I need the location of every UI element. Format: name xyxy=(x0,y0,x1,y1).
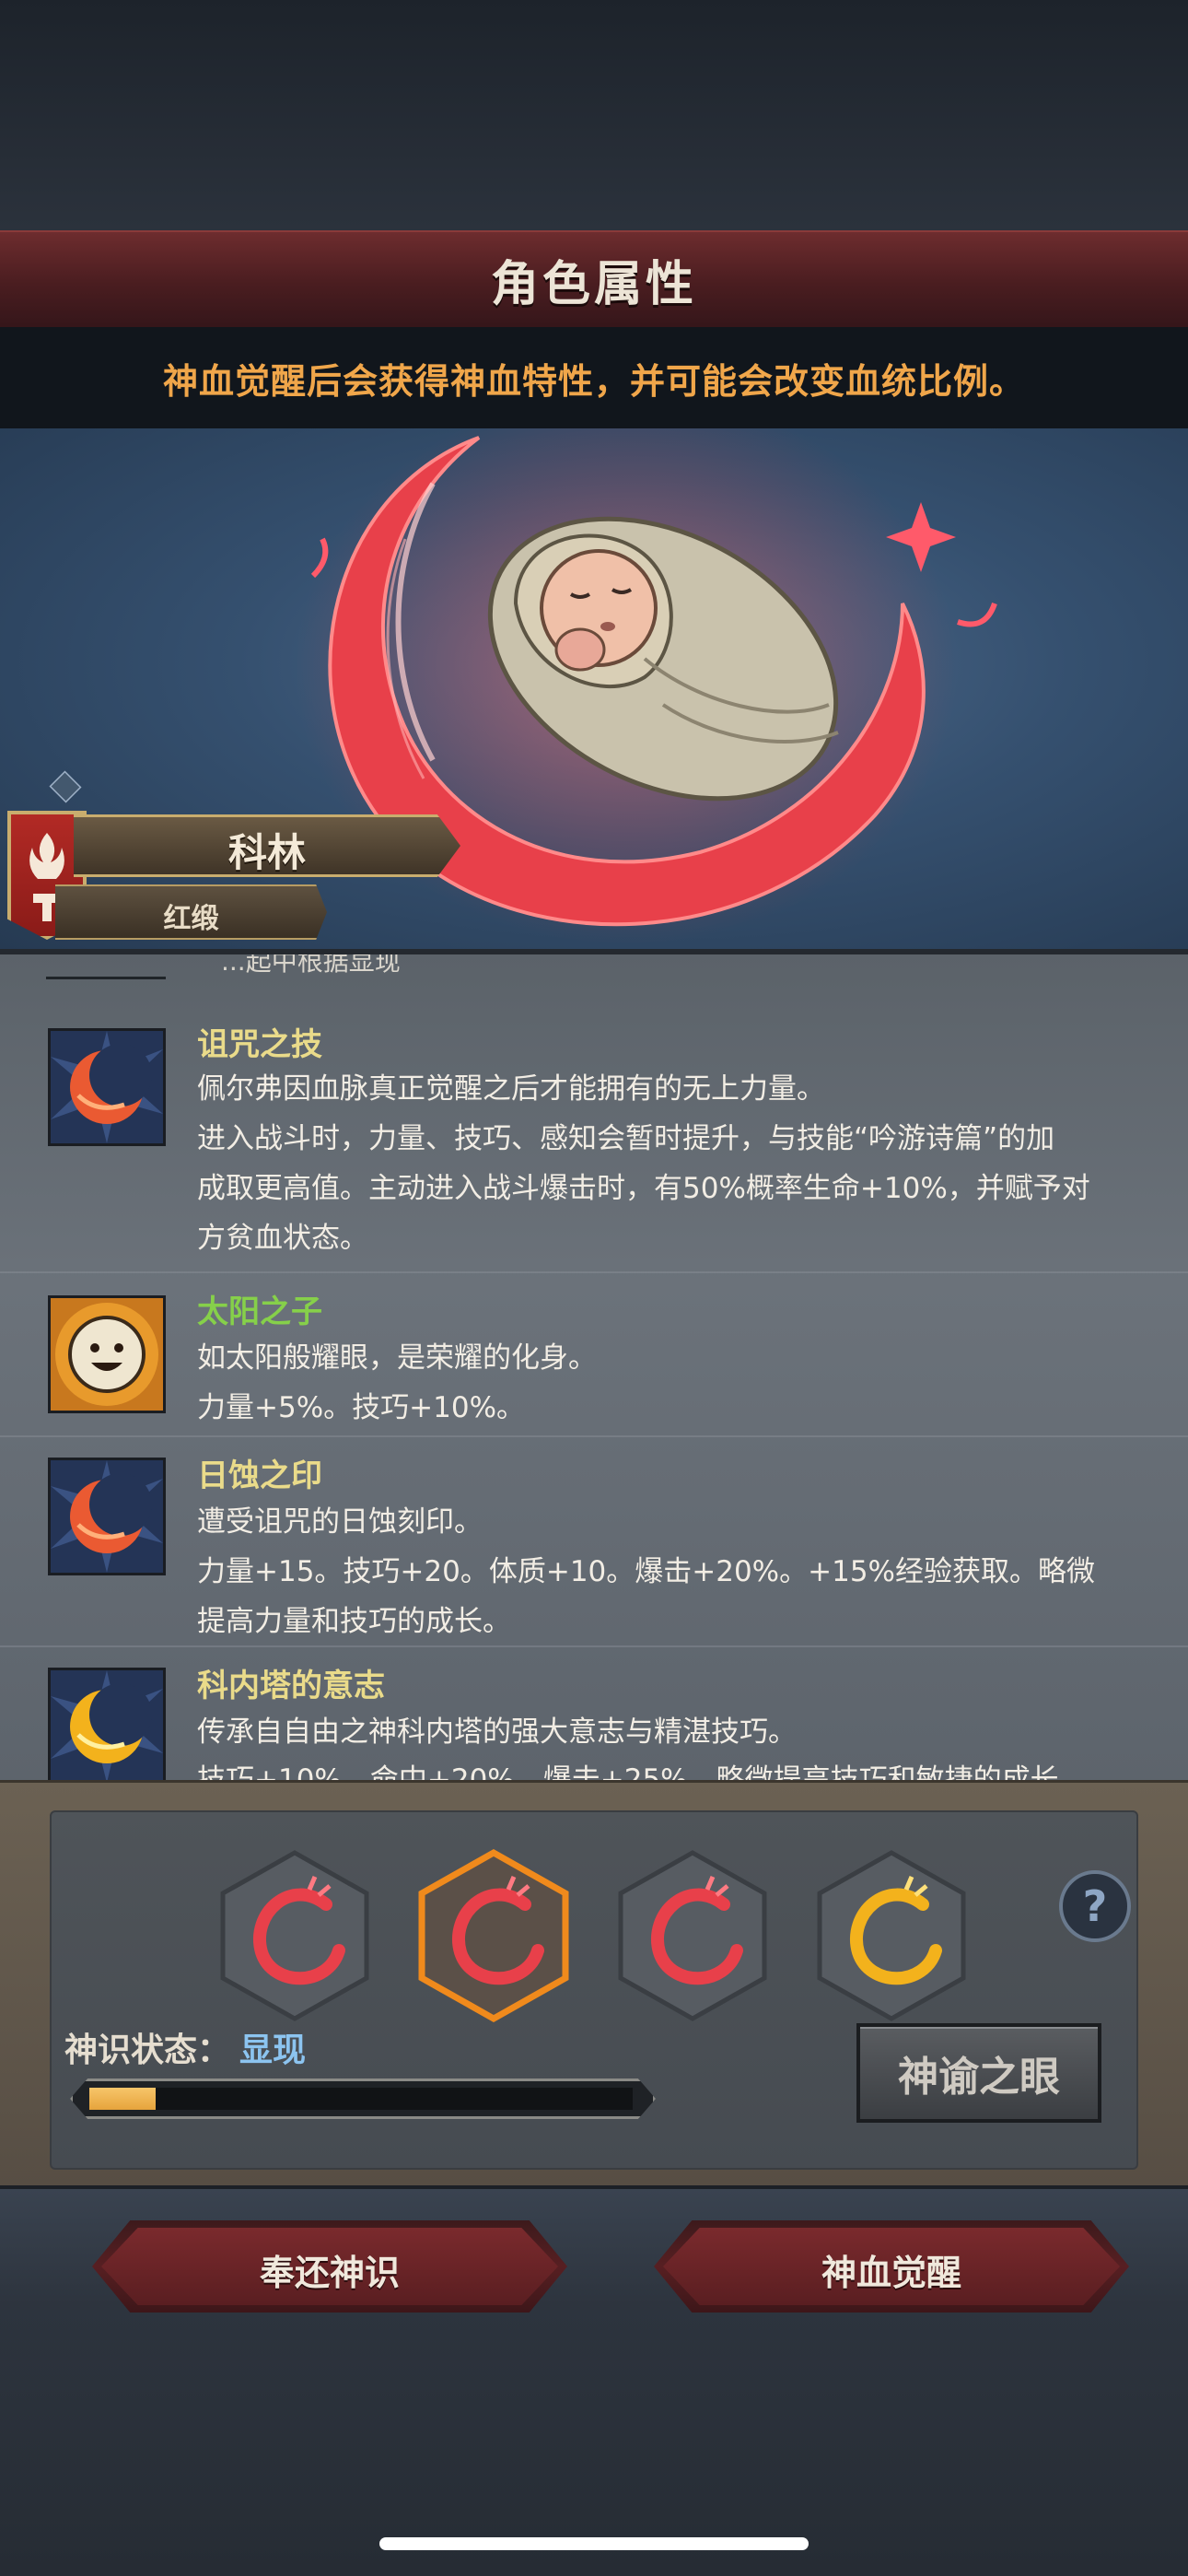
trait-item: 科内塔的意志 传承自自由之神科内塔的强大意志与精湛技巧。 技巧+10%。命中+2… xyxy=(0,1647,1188,1780)
trait-description-line: 如太阳般耀眼，是荣耀的化身。 xyxy=(197,1341,597,1375)
progress-track xyxy=(89,2088,633,2110)
top-background xyxy=(0,0,1188,230)
divine-slot-4[interactable] xyxy=(814,1849,969,2022)
page-title: 角色属性 xyxy=(490,257,697,312)
subtitle-bar: 神血觉醒后会获得神血特性，并可能会改变血统比例。 xyxy=(0,327,1188,428)
gold-crescent-icon xyxy=(48,1668,166,1780)
divine-slot-3[interactable] xyxy=(615,1849,770,2022)
trait-item: 日蚀之印 遭受诅咒的日蚀刻印。 力量+15。技巧+20。体质+10。爆击+20%… xyxy=(0,1437,1188,1647)
divine-blood-awaken-label: 神血觉醒 xyxy=(821,2253,961,2293)
trait-description-line: 提高力量和技巧的成长。 xyxy=(197,1605,511,1638)
trait-description-line: 成取更高值。主动进入战斗爆击时，有50%概率生命+10%，并赋予对 xyxy=(197,1172,1090,1205)
trait-name: 日蚀之印 xyxy=(197,1458,322,1494)
divine-state-value: 显现 xyxy=(239,2032,307,2069)
trait-name: 科内塔的意志 xyxy=(197,1668,385,1704)
trait-description-line: 力量+15。技巧+20。体质+10。爆击+20%。+15%经验获取。略微 xyxy=(197,1555,1096,1588)
return-divine-sense-label: 奉还神识 xyxy=(259,2253,400,2293)
sun-face-icon xyxy=(48,1295,166,1413)
traits-list[interactable]: ...起中根据显现 诅咒之技 佩尔弗因血脉真正觉醒之后才能拥有的无上力量。 进入… xyxy=(0,949,1188,1780)
divine-slot-2-selected[interactable] xyxy=(416,1848,571,2023)
divine-blood-awaken-button[interactable]: 神血觉醒 xyxy=(654,2220,1129,2313)
trait-line-cut-off: ...起中根据显现 xyxy=(221,954,401,977)
red-crescent-icon xyxy=(48,1458,166,1575)
divine-slot-1[interactable] xyxy=(217,1849,372,2022)
progress-fill xyxy=(89,2088,156,2110)
trait-description-line: 进入战斗时，力量、技巧、感知会暂时提升，与技能“吟游诗篇”的加 xyxy=(197,1122,1055,1155)
page-subtitle: 神血觉醒后会获得神血特性，并可能会改变血统比例。 xyxy=(162,360,1025,402)
trait-item: 诅咒之技 佩尔弗因血脉真正觉醒之后才能拥有的无上力量。 进入战斗时，力量、技巧、… xyxy=(0,1019,1188,1273)
divine-blood-panel xyxy=(0,1780,1188,2185)
bloodline-label: 红缎 xyxy=(163,903,219,935)
divider xyxy=(46,977,166,979)
trait-description-line: 力量+5%。技巧+10%。 xyxy=(197,1391,526,1424)
trait-description-line: 技巧+10%。命中+20%。爆击+25%。略微提高技巧和敏捷的成长。 xyxy=(197,1763,1088,1780)
name-plate: 科林 xyxy=(0,809,460,883)
title-bar: 角色属性 xyxy=(0,230,1188,327)
trait-item: 太阳之子 如太阳般耀眼，是荣耀的化身。 力量+5%。技巧+10%。 xyxy=(0,1273,1188,1437)
trait-name: 诅咒之技 xyxy=(197,1026,322,1063)
awakening-progress-bar xyxy=(70,2078,656,2119)
oracle-eye-button[interactable]: 神谕之眼 xyxy=(856,2023,1101,2123)
character-name: 科林 xyxy=(227,830,306,875)
bloodline-plate: 红缎 xyxy=(55,884,327,940)
trait-description-line: 遭受诅咒的日蚀刻印。 xyxy=(197,1505,483,1539)
red-crescent-icon xyxy=(48,1028,166,1146)
divine-state-label: 神识状态： xyxy=(64,2032,231,2069)
trait-name: 太阳之子 xyxy=(197,1294,322,1330)
help-icon[interactable]: ? xyxy=(1059,1870,1131,1942)
return-divine-sense-button[interactable]: 奉还神识 xyxy=(92,2220,567,2313)
trait-description-line: 传承自自由之神科内塔的强大意志与精湛技巧。 xyxy=(197,1715,797,1749)
trait-description-line: 佩尔弗因血脉真正觉醒之后才能拥有的无上力量。 xyxy=(197,1072,825,1106)
trait-description-line: 方贫血状态。 xyxy=(197,1222,368,1255)
oracle-eye-label: 神谕之眼 xyxy=(898,2054,1060,2101)
home-indicator[interactable] xyxy=(379,2537,809,2550)
